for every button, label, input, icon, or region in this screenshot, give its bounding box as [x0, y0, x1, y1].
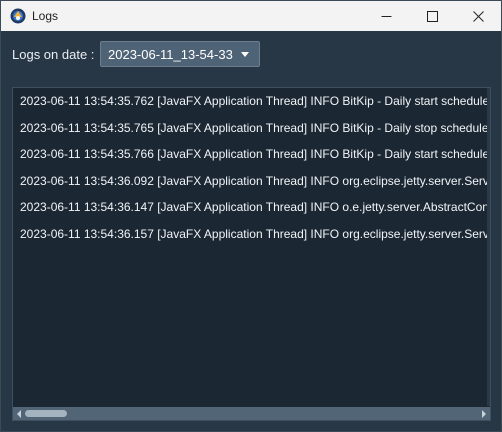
minimize-button[interactable]	[363, 1, 409, 31]
log-viewer[interactable]: 2023-06-11 13:54:35.762 [JavaFX Applicat…	[12, 87, 491, 421]
caret-left-icon	[17, 409, 21, 418]
log-line: 2023-06-11 13:54:36.157 [JavaFX Applicat…	[20, 226, 490, 241]
chevron-down-icon	[241, 52, 249, 57]
maximize-button[interactable]	[409, 1, 455, 31]
selected-date-value: 2023-06-11_13-54-33	[108, 47, 233, 62]
logs-window: Logs Logs on date : 2023-06-11_13-54-33 …	[0, 0, 502, 432]
title-bar[interactable]: Logs	[1, 1, 501, 31]
date-label: Logs on date :	[12, 47, 95, 62]
horizontal-scrollbar[interactable]	[13, 407, 490, 420]
log-line: 2023-06-11 13:54:35.765 [JavaFX Applicat…	[20, 120, 490, 135]
bitkip-app-icon	[10, 8, 26, 24]
log-date-select[interactable]: 2023-06-11_13-54-33	[100, 41, 260, 67]
minimize-icon	[381, 15, 391, 17]
log-line: 2023-06-11 13:54:36.092 [JavaFX Applicat…	[20, 173, 490, 188]
log-lines: 2023-06-11 13:54:35.762 [JavaFX Applicat…	[13, 88, 490, 247]
scroll-left-button[interactable]	[13, 407, 25, 420]
window-title: Logs	[32, 9, 59, 23]
horizontal-scroll-thumb[interactable]	[25, 410, 67, 417]
maximize-icon	[426, 10, 438, 22]
log-line: 2023-06-11 13:54:35.766 [JavaFX Applicat…	[20, 147, 490, 161]
close-icon	[472, 10, 484, 22]
vertical-scrollbar[interactable]	[487, 88, 490, 406]
scroll-right-button[interactable]	[478, 407, 490, 420]
log-line: 2023-06-11 13:54:35.762 [JavaFX Applicat…	[20, 94, 490, 108]
log-line: 2023-06-11 13:54:36.147 [JavaFX Applicat…	[20, 200, 490, 214]
close-button[interactable]	[455, 1, 501, 31]
caret-right-icon	[482, 409, 486, 418]
